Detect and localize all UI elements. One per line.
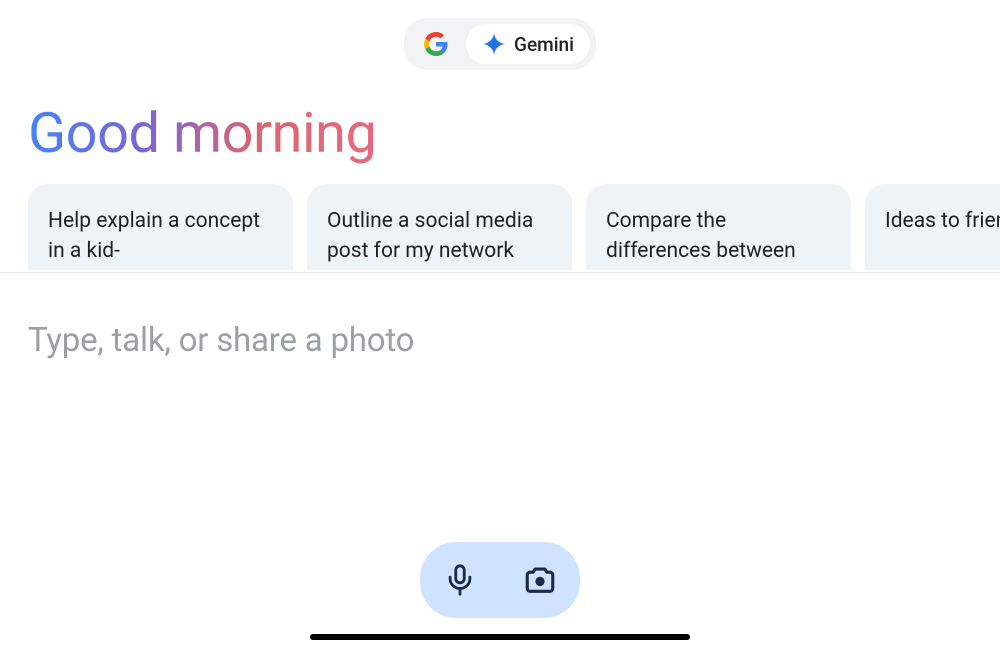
mic-button[interactable]	[438, 558, 482, 602]
suggestion-card[interactable]: Outline a social media post for my netwo…	[307, 184, 572, 270]
suggestion-text: Ideas to friend o	[885, 206, 1000, 236]
mode-toggle[interactable]: Gemini	[404, 18, 596, 70]
suggestion-card[interactable]: Compare the differences between	[586, 184, 851, 270]
gemini-spark-icon	[482, 32, 506, 56]
suggestion-text: Compare the differences between	[606, 206, 831, 267]
suggestion-card[interactable]: Help explain a concept in a kid-	[28, 184, 293, 270]
input-placeholder: Type, talk, or share a photo	[28, 321, 972, 360]
home-indicator[interactable]	[310, 634, 690, 640]
camera-icon	[523, 563, 557, 597]
suggestion-cards-row: Help explain a concept in a kid- Outline…	[28, 184, 1000, 270]
mode-gemini[interactable]: Gemini	[466, 24, 590, 64]
mode-google[interactable]	[410, 24, 462, 64]
mode-gemini-label: Gemini	[514, 33, 574, 56]
suggestion-text: Outline a social media post for my netwo…	[327, 206, 552, 267]
action-pill	[420, 542, 580, 618]
suggestion-card[interactable]: Ideas to friend o	[865, 184, 1000, 270]
greeting-heading: Good morning	[28, 100, 376, 166]
suggestion-text: Help explain a concept in a kid-	[48, 206, 273, 267]
google-g-icon	[424, 32, 448, 56]
microphone-icon	[443, 563, 477, 597]
camera-button[interactable]	[518, 558, 562, 602]
